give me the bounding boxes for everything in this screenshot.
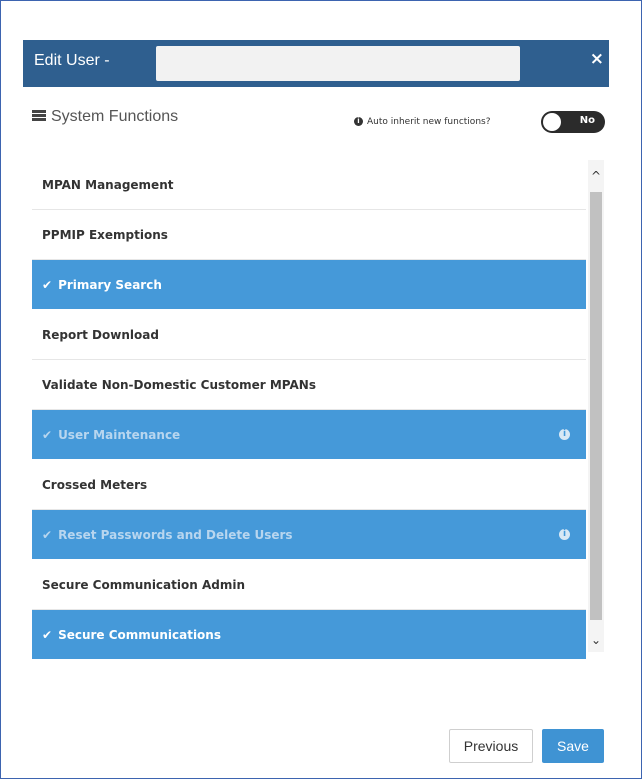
function-label: MPAN Management <box>42 177 174 192</box>
info-icon[interactable]: i <box>559 529 570 540</box>
function-row[interactable]: Secure Communication Admin <box>32 560 586 610</box>
scroll-up-icon[interactable]: ^ <box>588 168 604 184</box>
previous-button[interactable]: Previous <box>449 729 533 763</box>
function-row-content: ✔ Primary Search <box>42 278 162 292</box>
function-row-content: Secure Communication Admin <box>42 578 245 592</box>
list-scrollbar[interactable]: ^ ⌄ <box>588 160 604 652</box>
check-icon: ✔ <box>42 427 53 442</box>
function-row-content: ✔ Reset Passwords and Delete Users <box>42 528 293 542</box>
auto-inherit-label-group: i Auto inherit new functions? <box>354 117 491 127</box>
auto-inherit-toggle[interactable]: No <box>541 111 605 133</box>
function-label: PPMIP Exemptions <box>42 227 168 242</box>
function-row[interactable]: ✔ Reset Passwords and Delete Users i <box>32 510 586 560</box>
function-row[interactable]: Crossed Meters <box>32 460 586 510</box>
function-row[interactable]: Validate Non-Domestic Customer MPANs <box>32 360 586 410</box>
toggle-state-text: No <box>579 115 595 126</box>
check-icon: ✔ <box>42 277 53 292</box>
function-label: Crossed Meters <box>42 477 148 492</box>
function-row[interactable]: ✔ Primary Search <box>32 260 586 310</box>
section-title: System Functions <box>51 108 179 125</box>
save-button[interactable]: Save <box>542 729 604 763</box>
function-row-content: Validate Non-Domestic Customer MPANs <box>42 378 316 392</box>
function-row-content: Report Download <box>42 328 159 342</box>
list-icon <box>32 110 46 122</box>
function-label: User Maintenance <box>58 427 181 442</box>
redacted-username <box>156 46 520 81</box>
scroll-thumb[interactable] <box>590 192 602 620</box>
function-row-content: PPMIP Exemptions <box>42 228 168 242</box>
function-label: Secure Communications <box>58 627 221 642</box>
close-icon[interactable]: × <box>590 49 604 69</box>
function-row[interactable]: ✔ Secure Communications <box>32 610 586 660</box>
system-functions-list: MPAN Management PPMIP Exemptions ✔ Primary … <box>32 160 586 660</box>
function-row[interactable]: PPMIP Exemptions <box>32 210 586 260</box>
info-icon[interactable]: i <box>559 429 570 440</box>
function-row[interactable]: ✔ User Maintenance i <box>32 410 586 460</box>
function-row[interactable]: MPAN Management <box>32 160 586 210</box>
modal-header: Edit User - × <box>23 40 609 87</box>
function-label: Primary Search <box>58 277 162 292</box>
function-row-content: ✔ Secure Communications <box>42 628 221 642</box>
check-icon: ✔ <box>42 527 53 542</box>
function-label: Secure Communication Admin <box>42 577 245 592</box>
section-header: System Functions <box>32 108 178 126</box>
toggle-knob <box>543 113 561 131</box>
edit-user-dialog-frame: Edit User - × System Functions i Auto inh… <box>0 0 642 779</box>
function-label: Reset Passwords and Delete Users <box>58 527 293 542</box>
function-label: Validate Non-Domestic Customer MPANs <box>42 377 316 392</box>
auto-inherit-label: Auto inherit new functions? <box>367 117 491 127</box>
modal-title: Edit User - <box>34 52 110 69</box>
function-row-content: MPAN Management <box>42 178 173 192</box>
check-icon: ✔ <box>42 627 53 642</box>
scroll-down-icon[interactable]: ⌄ <box>588 632 604 648</box>
function-label: Report Download <box>42 327 159 342</box>
function-row[interactable]: Report Download <box>32 310 586 360</box>
function-row-content: Crossed Meters <box>42 478 147 492</box>
info-icon: i <box>354 117 363 126</box>
function-row-content: ✔ User Maintenance <box>42 428 180 442</box>
